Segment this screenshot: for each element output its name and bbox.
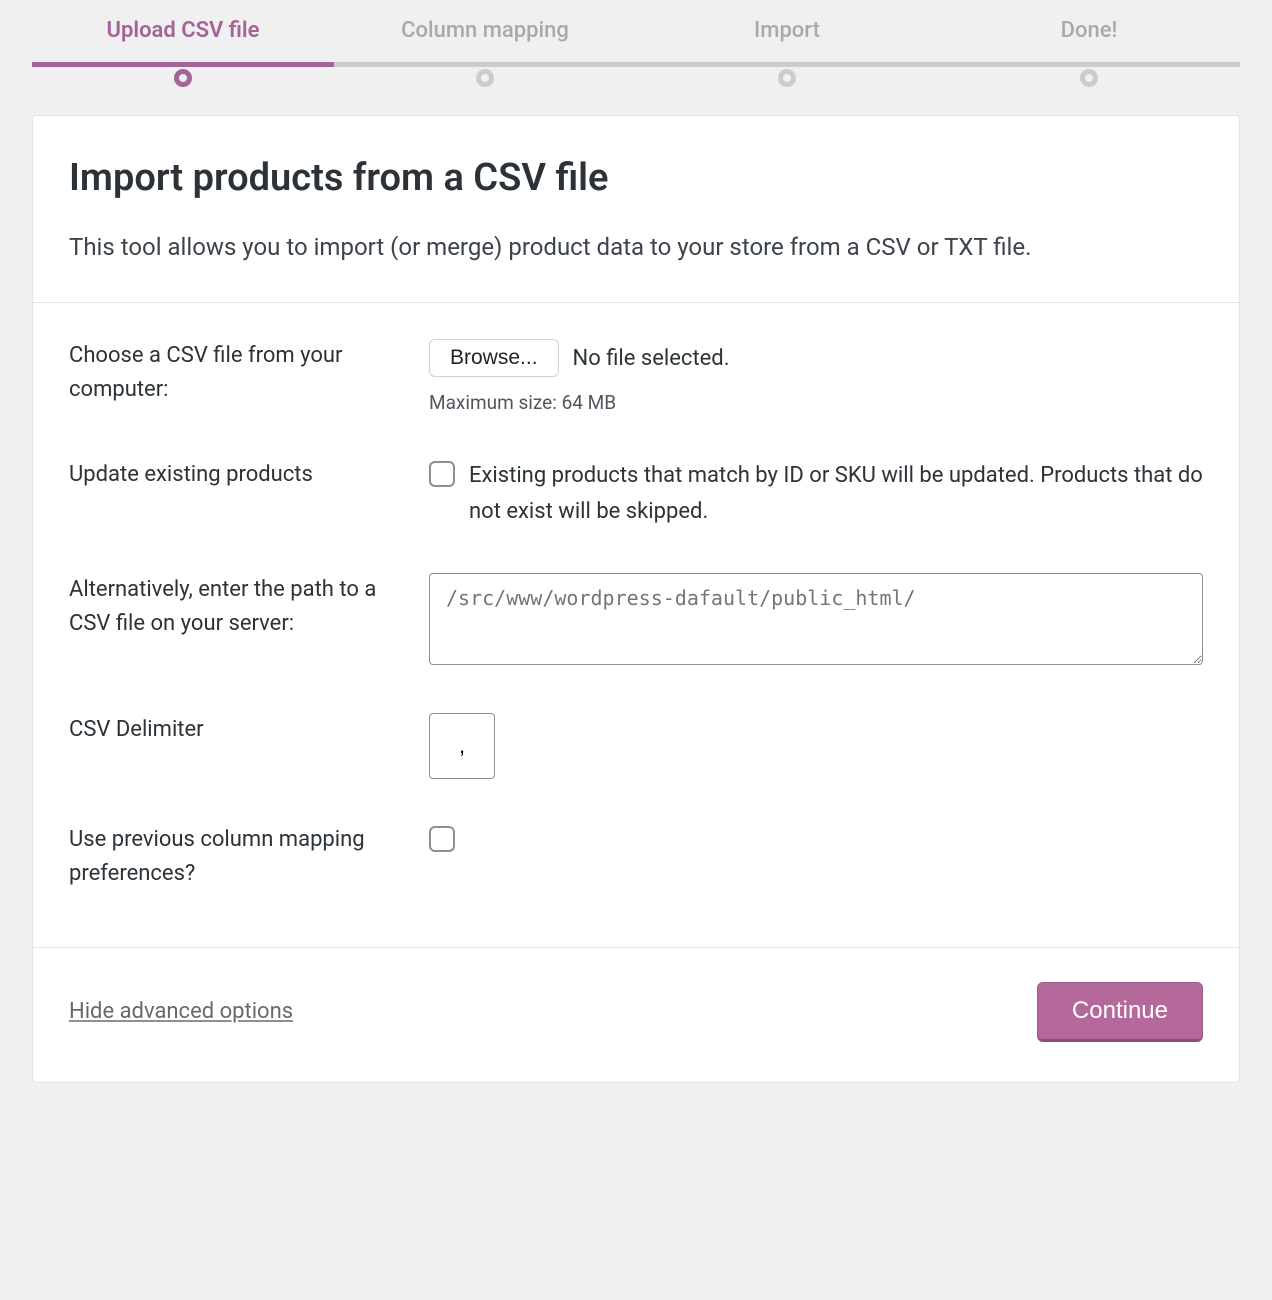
step-upload[interactable]: Upload CSV file: [32, 18, 334, 79]
server-path-input[interactable]: [429, 573, 1203, 665]
choose-file-label: Choose a CSV file from your computer:: [69, 339, 429, 407]
row-server-path: Alternatively, enter the path to a CSV f…: [69, 573, 1203, 669]
row-choose-file: Choose a CSV file from your computer: Br…: [69, 339, 1203, 414]
delimiter-input[interactable]: [429, 713, 495, 779]
page-title: Import products from a CSV file: [69, 156, 1203, 200]
update-existing-checkbox[interactable]: [429, 461, 455, 487]
delimiter-label: CSV Delimiter: [69, 713, 429, 747]
step-import[interactable]: Import: [636, 18, 938, 79]
file-status: No file selected.: [573, 346, 730, 371]
card-header: Import products from a CSV file This too…: [33, 116, 1239, 303]
server-path-label: Alternatively, enter the path to a CSV f…: [69, 573, 429, 641]
step-label: Column mapping: [334, 18, 636, 43]
row-delimiter: CSV Delimiter: [69, 713, 1203, 779]
continue-button[interactable]: Continue: [1037, 982, 1203, 1042]
max-size-hint: Maximum size: 64 MB: [429, 391, 1203, 414]
step-dot-icon: [778, 69, 796, 87]
step-column-mapping[interactable]: Column mapping: [334, 18, 636, 79]
step-done[interactable]: Done!: [938, 18, 1240, 79]
card-body: Choose a CSV file from your computer: Br…: [33, 303, 1239, 947]
stepper: Upload CSV file Column mapping Import Do…: [32, 0, 1240, 79]
browse-button[interactable]: Browse...: [429, 339, 559, 377]
previous-mapping-checkbox[interactable]: [429, 826, 455, 852]
row-update-existing: Update existing products Existing produc…: [69, 458, 1203, 528]
step-dot-icon: [1080, 69, 1098, 87]
toggle-advanced-link[interactable]: Hide advanced options: [69, 999, 293, 1024]
step-dot-icon: [174, 69, 192, 87]
step-label: Done!: [938, 18, 1240, 43]
row-previous-mapping: Use previous column mapping preferences?: [69, 823, 1203, 891]
update-existing-description: Existing products that match by ID or SK…: [469, 458, 1203, 528]
step-dot-icon: [476, 69, 494, 87]
step-label: Upload CSV file: [32, 18, 334, 43]
card-footer: Hide advanced options Continue: [33, 947, 1239, 1082]
page-description: This tool allows you to import (or merge…: [69, 228, 1203, 266]
import-card: Import products from a CSV file This too…: [32, 115, 1240, 1083]
step-label: Import: [636, 18, 938, 43]
previous-mapping-label: Use previous column mapping preferences?: [69, 823, 429, 891]
update-existing-label: Update existing products: [69, 458, 429, 492]
